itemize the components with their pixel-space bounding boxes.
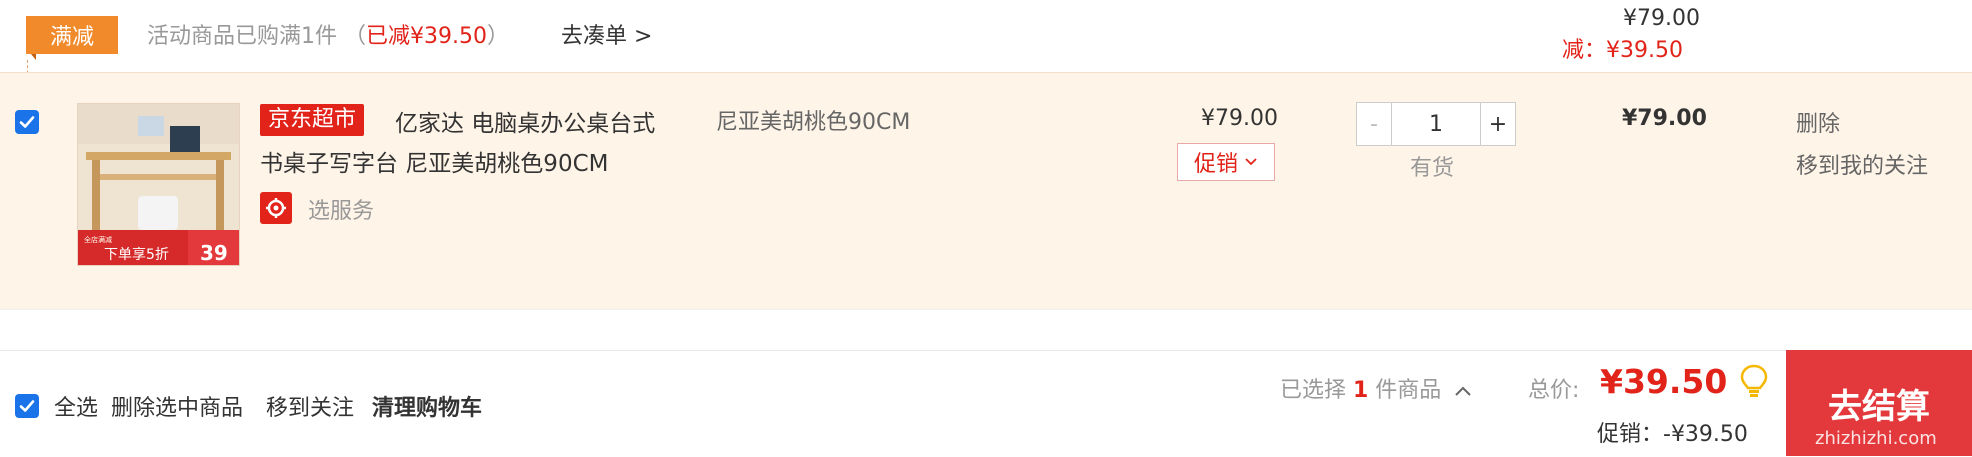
total-price: ¥39.50 xyxy=(1600,362,1728,401)
chevron-up-icon xyxy=(1455,386,1472,396)
select-all-checkbox[interactable] xyxy=(15,394,39,418)
quantity-decrease-button[interactable]: - xyxy=(1357,103,1392,145)
select-service-link[interactable]: 选服务 xyxy=(308,193,374,225)
promotion-discount-summary: 促销：-¥39.50 xyxy=(1597,422,1748,447)
move-to-follow-link[interactable]: 移到关注 xyxy=(266,390,354,422)
thumb-caption: 下单享5折 xyxy=(104,246,169,263)
promo-summary-discount: 减：¥39.50 xyxy=(1562,38,1683,63)
gear-icon xyxy=(266,198,286,218)
select-all-label[interactable]: 全选 xyxy=(54,390,98,422)
jd-supermarket-badge: 京东超市 xyxy=(260,104,365,136)
move-to-favorites-link[interactable]: 移到我的关注 xyxy=(1796,148,1928,180)
quantity-stepper: - 1 + xyxy=(1356,102,1516,146)
promotion-dropdown[interactable]: 促销 xyxy=(1177,143,1275,181)
check-icon xyxy=(19,116,35,128)
clear-cart-link[interactable]: 清理购物车 xyxy=(372,390,482,422)
promo-summary-price: ¥79.00 xyxy=(1623,6,1700,31)
product-title-line1[interactable]: 亿家达 电脑桌办公桌台式 xyxy=(395,104,655,138)
check-icon xyxy=(19,400,35,412)
promo-description: 活动商品已购满1件 （已减¥39.50） xyxy=(147,18,509,50)
chevron-down-icon xyxy=(1245,158,1257,166)
total-label: 总价: xyxy=(1528,378,1580,403)
product-variant: 尼亚美胡桃色90CM xyxy=(716,110,911,135)
selected-items-summary[interactable]: 已选择 1 件商品 xyxy=(1280,372,1472,404)
item-checkbox[interactable] xyxy=(15,110,39,134)
quantity-input[interactable]: 1 xyxy=(1392,103,1480,145)
promo-tag: 满减 xyxy=(26,16,118,54)
delete-selected-link[interactable]: 删除选中商品 xyxy=(111,390,243,422)
add-more-link[interactable]: 去凑单 > xyxy=(561,18,652,50)
promo-text-suffix: ） xyxy=(486,24,509,49)
unit-price: ¥79.00 xyxy=(1201,106,1278,131)
product-thumbnail[interactable]: 全店满减 下单享5折 39 xyxy=(77,103,240,266)
item-subtotal: ¥79.00 xyxy=(1622,106,1707,131)
quantity-increase-button[interactable]: + xyxy=(1480,103,1515,145)
stock-status: 有货 xyxy=(1410,156,1455,181)
svg-text:全店满减: 全店满减 xyxy=(84,235,112,244)
desk-product-image: 全店满减 下单享5折 39 xyxy=(78,104,239,265)
promo-reduced-amount: 已减¥39.50 xyxy=(366,24,487,49)
selected-suffix: 件商品 xyxy=(1368,378,1442,403)
promotion-label: 促销 xyxy=(1193,152,1238,177)
selected-prefix: 已选择 xyxy=(1280,378,1353,403)
service-icon[interactable] xyxy=(260,192,292,224)
thumb-price: 39 xyxy=(200,241,228,265)
product-title-line2[interactable]: 书桌子写字台 尼亚美胡桃色90CM xyxy=(260,144,608,178)
lightbulb-icon[interactable] xyxy=(1740,364,1768,402)
delete-item-link[interactable]: 删除 xyxy=(1796,106,1840,138)
watermark-text: zhizhizhi.com xyxy=(1815,428,1937,449)
selected-count: 1 xyxy=(1353,378,1369,403)
promo-text-prefix: 活动商品已购满1件 （ xyxy=(147,24,366,49)
